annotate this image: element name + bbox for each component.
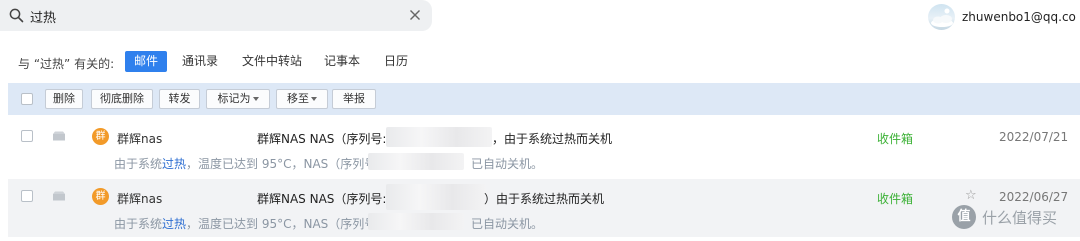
redacted-serial: [386, 127, 492, 147]
search-input[interactable]: 过热: [30, 7, 56, 26]
redacted-serial: [368, 153, 464, 170]
watermark: 值 什么值得买: [952, 204, 1080, 234]
search-scope-label: 与 “过热” 有关的:: [18, 57, 115, 71]
tab-calendar[interactable]: 日历: [375, 51, 417, 72]
delete-button[interactable]: 删除: [45, 89, 83, 109]
search-scope-bar: 与 “过热” 有关的: 邮件 通讯录 文件中转站 记事本 日历: [0, 46, 1080, 80]
email-date: 2022/07/21: [999, 130, 1069, 144]
chevron-down-icon: [252, 97, 259, 101]
move-to-button[interactable]: 移至: [276, 89, 328, 109]
account-email: zhuwenbo1@qq.co: [962, 10, 1076, 24]
mail-toolbar: 删除 彻底删除 转发 标记为 移至 举报: [8, 83, 1080, 115]
redacted-serial: [386, 184, 486, 210]
search-icon: [9, 8, 24, 23]
user-account[interactable]: zhuwenbo1@qq.co: [928, 4, 1080, 30]
avatar[interactable]: [928, 4, 955, 30]
clear-search-icon[interactable]: [407, 7, 423, 23]
top-bar: 过热 zhuwenbo1@qq.co: [0, 0, 1080, 32]
watermark-logo: 值: [952, 205, 976, 229]
folder-label[interactable]: 收件箱: [877, 130, 913, 147]
sender-avatar: 群: [92, 128, 109, 145]
email-subject-rest[interactable]: ）由于系统过热而关机: [484, 190, 604, 207]
search-box[interactable]: 过热: [0, 0, 432, 31]
sender-avatar: 群: [92, 188, 109, 205]
email-preview: 由于系统过热，温度已达到 95°C，NAS（序列号:: [114, 157, 381, 171]
list-item[interactable]: 群 群辉nas 群辉NAS NAS（序列号: ，由于系统过热而关机 由于系统过热…: [8, 119, 1080, 177]
delete-permanent-button[interactable]: 彻底删除: [91, 89, 153, 109]
row-checkbox[interactable]: [21, 190, 33, 202]
email-date: 2022/06/27: [999, 190, 1069, 204]
email-preview: 由于系统过热，温度已达到 95°C，NAS（序列号:: [114, 217, 381, 231]
email-subject[interactable]: 群辉NAS NAS（序列号:: [257, 130, 386, 147]
watermark-text: 什么值得买: [982, 209, 1058, 227]
sender-name[interactable]: 群辉nas: [117, 130, 162, 147]
tab-file-transfer[interactable]: 文件中转站: [233, 51, 311, 72]
mark-as-button[interactable]: 标记为: [206, 89, 270, 109]
report-button[interactable]: 举报: [332, 89, 376, 109]
move-to-label: 移至: [287, 92, 309, 105]
forward-button[interactable]: 转发: [159, 89, 200, 109]
envelope-icon: [53, 191, 65, 201]
list-item[interactable]: 群 群辉nas 群辉NAS NAS（序列号: ）由于系统过热而关机 由于系统过热…: [8, 179, 1080, 237]
folder-label[interactable]: 收件箱: [877, 190, 913, 207]
sender-name[interactable]: 群辉nas: [117, 190, 162, 207]
tab-mail[interactable]: 邮件: [125, 51, 168, 72]
email-subject[interactable]: 群辉NAS NAS（序列号:: [257, 190, 386, 207]
tab-notepad[interactable]: 记事本: [315, 51, 369, 72]
mark-as-label: 标记为: [217, 92, 251, 105]
email-preview-end: 已自动关机。: [471, 217, 544, 231]
row-checkbox[interactable]: [21, 130, 33, 142]
select-all-checkbox[interactable]: [21, 93, 33, 105]
cloud-avatar-icon: [931, 8, 953, 27]
redacted-serial: [368, 213, 464, 230]
tab-contacts[interactable]: 通讯录: [173, 51, 227, 72]
email-subject-rest[interactable]: ，由于系统过热而关机: [492, 130, 612, 147]
star-icon[interactable]: ☆: [965, 188, 977, 203]
email-preview-end: 已自动关机。: [471, 157, 544, 171]
chevron-down-icon: [311, 97, 317, 101]
envelope-icon: [53, 131, 65, 141]
